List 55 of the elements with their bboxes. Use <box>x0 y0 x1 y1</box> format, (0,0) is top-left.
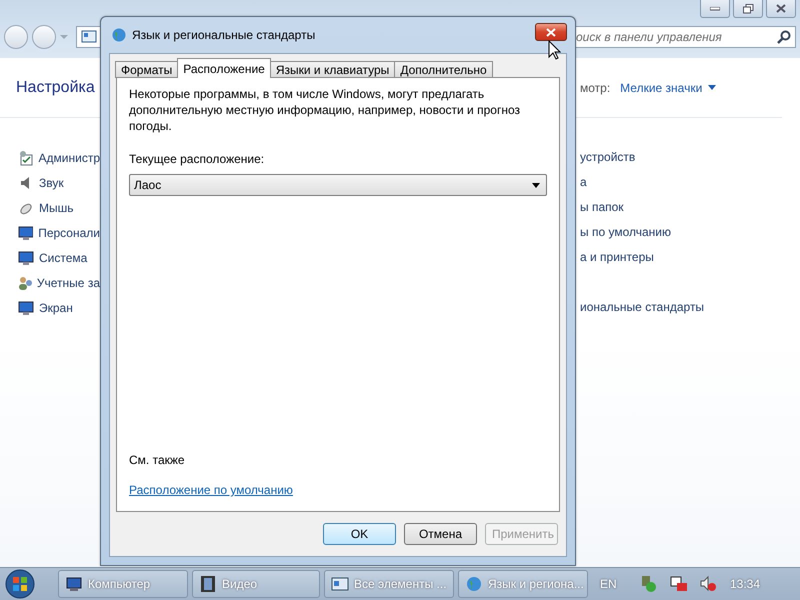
computer-icon <box>65 576 83 592</box>
film-icon <box>199 575 217 593</box>
tab[interactable]: Расположение <box>177 58 271 78</box>
panel-item-link[interactable]: иональные стандарты <box>580 295 704 320</box>
panel-item-link[interactable]: Персонали <box>38 226 100 240</box>
tab[interactable]: Дополнительно <box>394 61 493 78</box>
network-icon[interactable] <box>668 575 689 593</box>
address-field[interactable] <box>76 26 102 48</box>
control-panel-icon <box>331 576 349 592</box>
start-button[interactable] <box>3 569 37 599</box>
dialog-title: Язык и региональные стандарты <box>132 28 316 42</box>
monitor-icon <box>18 224 34 240</box>
tab[interactable]: Форматы <box>115 61 178 78</box>
tools-icon <box>18 150 34 166</box>
panel-item-link[interactable]: устройств <box>580 145 636 170</box>
panel-item-link[interactable]: Экран <box>39 300 73 314</box>
monitor-icon <box>18 300 34 316</box>
muted-speaker-icon[interactable] <box>698 575 717 593</box>
close-button[interactable] <box>535 23 567 41</box>
caret-icon <box>708 85 716 90</box>
tab[interactable]: Языки и клавиатуры <box>270 61 396 78</box>
globe-icon <box>111 27 127 43</box>
users-icon <box>18 274 32 290</box>
location-label: Текущее расположение: <box>129 152 266 166</box>
monitor-icon <box>18 250 34 266</box>
dialog-button[interactable]: OK <box>323 523 396 545</box>
globe-icon <box>465 575 483 593</box>
panel-item-link[interactable]: а <box>580 170 587 195</box>
location-dropdown[interactable]: Лаос <box>129 174 547 196</box>
panel-item-link[interactable]: ы папок <box>580 195 624 220</box>
close-button[interactable] <box>766 0 796 18</box>
dialog-button[interactable]: Отмена <box>404 523 477 545</box>
panel-item-link[interactable]: Администр <box>38 150 100 164</box>
view-label: мотр: <box>580 80 610 94</box>
panel-item-link[interactable]: Мышь <box>39 200 74 214</box>
see-also-label: См. также <box>129 453 186 467</box>
panel-item-link[interactable]: Звук <box>39 176 64 190</box>
minimize-button[interactable] <box>700 0 730 18</box>
panel-item-link[interactable]: а и принтеры <box>580 245 654 270</box>
search-icon[interactable] <box>776 29 792 45</box>
caret-icon <box>532 182 540 188</box>
restore-button[interactable] <box>733 0 763 18</box>
panel-item-link[interactable]: ы по умолчанию <box>580 220 671 245</box>
close-icon <box>776 4 786 13</box>
page-title: Настройка <box>16 78 95 96</box>
view-dropdown[interactable]: Мелкие значки <box>620 80 716 94</box>
default-location-link[interactable]: Расположение по умолчанию <box>129 483 547 497</box>
panel-item-link[interactable]: Система <box>39 250 88 264</box>
mouse-pointer-icon <box>548 40 561 60</box>
restore-icon <box>742 4 754 14</box>
minimize-icon <box>710 6 720 10</box>
description-text: Некоторые программы, в том числе Windows, могут предлагать дополнительную местную информацию, например, новости и прогноз погоды. <box>129 86 521 134</box>
panel-item-link[interactable]: Учетные за <box>36 276 100 290</box>
close-icon <box>546 28 556 36</box>
control-panel-icon <box>81 30 97 44</box>
